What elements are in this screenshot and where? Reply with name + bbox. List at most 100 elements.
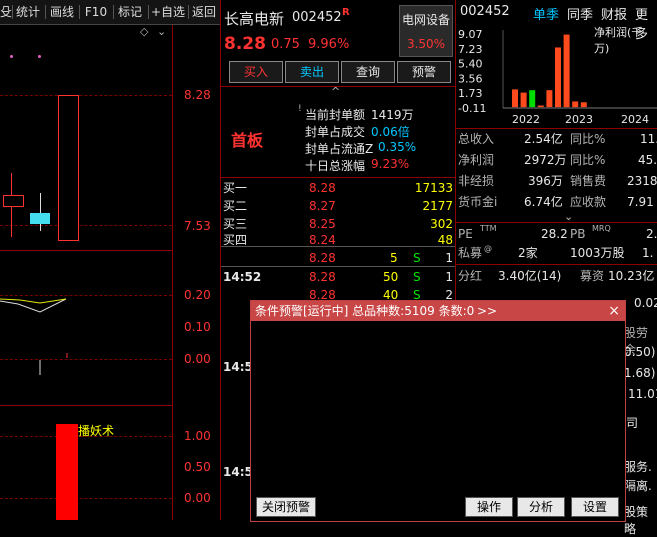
tab-financial-report[interactable]: 财报 <box>601 4 627 23</box>
order-book-row[interactable]: 买三 8.25 302 <box>221 217 455 232</box>
indicator-lines <box>0 298 68 375</box>
sector-change: 3.50% <box>406 37 446 51</box>
order-book-volume: 17133 <box>414 181 453 195</box>
order-book-label: 买二 <box>223 199 248 213</box>
private-tail: 1. <box>642 246 654 260</box>
order-book-price: 8.27 <box>309 199 336 213</box>
toolbar-item-0[interactable]: 殳 <box>0 3 12 21</box>
board-label: 首板 <box>231 131 264 150</box>
fin-value: 2972万 <box>524 153 567 167</box>
tab-same-quarter[interactable]: 同季 <box>567 4 593 23</box>
toolbar-back-button[interactable]: 返回 <box>189 3 219 21</box>
fin-row: 货币金i 6.74亿 应收款 7.91 <box>456 192 657 212</box>
query-button[interactable]: 查询 <box>341 61 395 83</box>
stock-name: 长高电新 <box>224 10 285 28</box>
toolbar-draw-button[interactable]: 画线 <box>46 3 78 21</box>
private-label: 私募 <box>458 246 483 260</box>
dialog-title: 条件预警[运行中] 总品种数:5109 条数:0 <box>255 304 475 318</box>
private-value: 2家 <box>518 246 538 260</box>
tick-row[interactable]: 14:52 8.28 50 S 1 <box>221 270 455 285</box>
profit-y-tick: 9.07 <box>458 28 483 41</box>
order-book-label: 买三 <box>223 217 248 231</box>
close-alert-button[interactable]: 关闭预警 <box>256 497 316 517</box>
toolbar-f10-button[interactable]: F10 <box>80 3 112 21</box>
dialog-expand-icon[interactable]: >> <box>477 301 497 321</box>
partial-text: 司 <box>626 416 639 430</box>
profit-year-label: 2023 <box>565 113 593 126</box>
stat-value: 0.35% <box>378 140 417 154</box>
fin-label: 货币金i <box>458 195 498 209</box>
stat-value: 0.06倍 <box>371 125 410 139</box>
toolbar-add-watchlist-button[interactable]: +自选 <box>149 3 187 21</box>
pe-sup: TTM <box>480 224 497 233</box>
settings-button[interactable]: 设置 <box>571 497 619 517</box>
pe-value: 28.2 <box>541 227 568 241</box>
profit-y-tick: 1.73 <box>458 87 483 100</box>
fin-row: 净利润 2972万 同比% 45. <box>456 150 657 170</box>
candle-wick <box>40 193 41 231</box>
condition-alert-dialog[interactable]: 条件预警[运行中] 总品种数:5109 条数:0 >> × 关闭预警 操作 分析… <box>250 300 626 522</box>
marker-dot <box>10 55 13 58</box>
chevron-down-icon[interactable]: ⌄ <box>157 25 166 38</box>
profit-y-tick: 5.40 <box>458 58 483 71</box>
sell-button[interactable]: 卖出 <box>285 61 339 83</box>
marker-dot <box>38 55 41 58</box>
collapse-icon[interactable]: ^ <box>331 85 340 98</box>
toolbar-stats-button[interactable]: 统计 <box>13 3 43 21</box>
order-book-row[interactable]: 买二 8.27 2177 <box>221 199 455 214</box>
profit-y-tick: 7.23 <box>458 43 483 56</box>
profit-bar[interactable] <box>580 102 587 108</box>
tick-row[interactable]: 8.28 40 S 2 <box>221 288 455 300</box>
profit-bar[interactable] <box>529 90 536 108</box>
tick-side: S <box>413 288 421 300</box>
fin-row: 非经损 396万 销售费 2318 <box>456 171 657 191</box>
profit-bar[interactable] <box>537 105 544 108</box>
stat-label: 当前封单额 <box>305 108 366 122</box>
net-profit-chart[interactable]: 9.07 7.23 5.403.56 1.73 -0.11 2022 2023 2024 <box>456 22 657 130</box>
buy-button[interactable]: 买入 <box>229 61 283 83</box>
stat-label: 封单占流通Z <box>305 142 374 156</box>
volume-tick-050: 0.50 <box>184 460 211 474</box>
sector-button[interactable]: 电网设备 3.50% <box>399 5 453 57</box>
raise-label: 募资 <box>580 269 605 283</box>
info-marker-icon: ! <box>298 104 302 114</box>
profit-bar[interactable] <box>520 92 527 108</box>
analyze-button[interactable]: 分析 <box>517 497 565 517</box>
tick-row[interactable]: 8.28 5 S 1 <box>221 251 455 266</box>
pe-label: PE <box>458 227 473 241</box>
tick-price: 8.28 <box>309 288 336 300</box>
indicator-tick-020: 0.20 <box>184 288 211 302</box>
price-change: 0.75 <box>271 37 300 52</box>
profit-bar[interactable] <box>563 34 570 108</box>
pb-value: 2. <box>646 227 657 241</box>
tick-volume: 5 <box>390 251 398 265</box>
tick-count: 1 <box>445 270 453 284</box>
alert-button[interactable]: 预警 <box>397 61 451 83</box>
private-vol: 1003万股 <box>570 246 625 260</box>
order-book-row[interactable]: 买一 8.28 17133 <box>221 181 455 196</box>
profit-bar[interactable] <box>512 89 518 108</box>
order-book-volume: 2177 <box>422 199 453 213</box>
close-icon[interactable]: × <box>608 301 620 321</box>
profit-y-tick: -0.11 <box>458 102 486 115</box>
operate-button[interactable]: 操作 <box>465 497 513 517</box>
dividend-value: 3.40亿(14) <box>498 269 562 283</box>
order-book-price: 8.25 <box>309 217 336 231</box>
order-book-row[interactable]: 买四 8.24 48 <box>221 233 455 245</box>
toolbar-mark-button[interactable]: 标记 <box>114 3 146 21</box>
dialog-title-bar[interactable]: 条件预警[运行中] 总品种数:5109 条数:0 >> × <box>251 301 625 321</box>
fin-label: 总收入 <box>458 132 495 146</box>
profit-bar[interactable] <box>572 101 579 108</box>
tab-single-quarter[interactable]: 单季 <box>533 4 559 23</box>
dividend-label: 分红 <box>458 269 483 283</box>
tick-time: 14:52 <box>223 270 262 284</box>
diamond-icon[interactable]: ◇ <box>140 25 148 38</box>
order-book-label: 买四 <box>223 233 248 245</box>
stat-value: 1419万 <box>371 108 414 122</box>
private-sup: @ <box>484 244 492 253</box>
partial-text: 服务. <box>624 460 652 474</box>
profit-bar[interactable] <box>555 47 561 108</box>
profit-bar[interactable] <box>546 90 553 108</box>
fin-value: 45. <box>638 153 657 167</box>
kline-chart[interactable]: ◇ ⌄ 8.28 7.53 0.20 0.10 0.00 1.00 0.50 0… <box>0 25 220 520</box>
